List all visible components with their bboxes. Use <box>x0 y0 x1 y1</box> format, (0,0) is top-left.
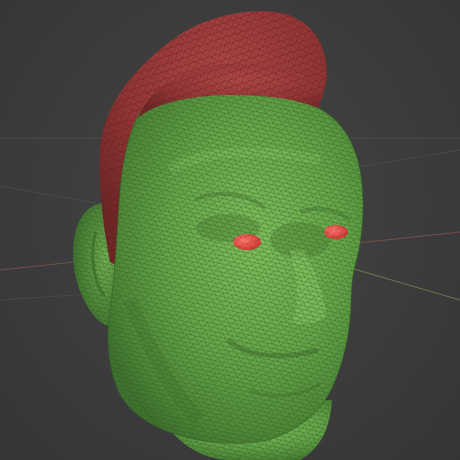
3d-viewport[interactable] <box>0 0 460 460</box>
eye-left-mesh <box>233 234 261 250</box>
viewport-canvas[interactable] <box>0 0 460 460</box>
eye-right-mesh <box>324 225 348 239</box>
face-mesh <box>107 94 364 444</box>
